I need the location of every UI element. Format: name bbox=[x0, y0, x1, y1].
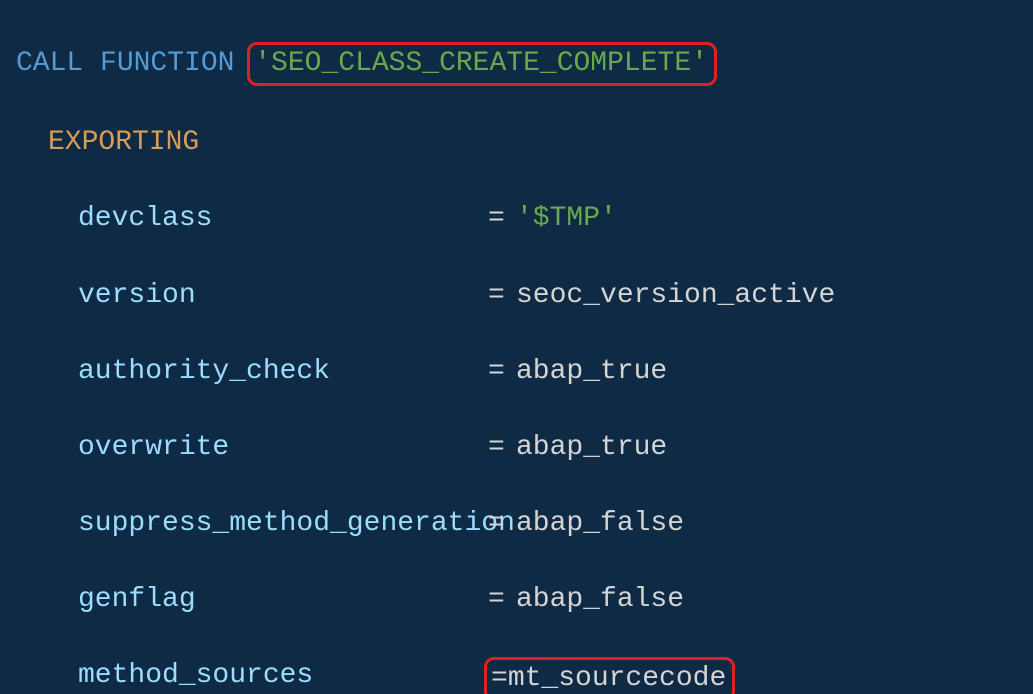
param-name: version bbox=[78, 277, 488, 315]
highlight-function-name: 'SEO_CLASS_CREATE_COMPLETE' bbox=[247, 42, 717, 86]
param-name: genflag bbox=[78, 581, 488, 619]
function-name-literal: 'SEO_CLASS_CREATE_COMPLETE' bbox=[254, 48, 708, 79]
param-value: seoc_version_active bbox=[516, 277, 835, 315]
equals-sign: = bbox=[488, 277, 516, 315]
param-row: suppress_method_generation=abap_false bbox=[16, 505, 1025, 543]
code-block: CALL FUNCTION 'SEO_CLASS_CREATE_COMPLETE… bbox=[0, 0, 1033, 694]
param-value: abap_false bbox=[516, 581, 684, 619]
param-name: method_sources bbox=[78, 657, 488, 694]
equals-sign: = bbox=[491, 663, 508, 694]
param-row: overwrite=abap_true bbox=[16, 429, 1025, 467]
param-name: devclass bbox=[78, 200, 488, 238]
highlight-method-sources-value: =mt_sourcecode bbox=[484, 657, 735, 694]
param-row: genflag=abap_false bbox=[16, 581, 1025, 619]
equals-sign: = bbox=[488, 505, 516, 543]
section-exporting: EXPORTING bbox=[48, 127, 199, 158]
param-name: authority_check bbox=[78, 353, 488, 391]
param-row: devclass='$TMP' bbox=[16, 200, 1025, 238]
param-value: '$TMP' bbox=[516, 200, 617, 238]
equals-sign: = bbox=[488, 200, 516, 238]
equals-sign: = bbox=[488, 353, 516, 391]
keyword-call-function: CALL FUNCTION bbox=[16, 48, 234, 79]
equals-sign: = bbox=[488, 581, 516, 619]
param-row: version=seoc_version_active bbox=[16, 277, 1025, 315]
param-row: authority_check=abap_true bbox=[16, 353, 1025, 391]
param-name: overwrite bbox=[78, 429, 488, 467]
param-value: abap_true bbox=[516, 353, 667, 391]
param-value: mt_sourcecode bbox=[508, 663, 726, 694]
param-name: suppress_method_generation bbox=[78, 505, 488, 543]
param-value: abap_true bbox=[516, 429, 667, 467]
param-value: abap_false bbox=[516, 505, 684, 543]
param-row: method_sources=mt_sourcecode bbox=[16, 657, 1025, 694]
equals-sign: = bbox=[488, 429, 516, 467]
